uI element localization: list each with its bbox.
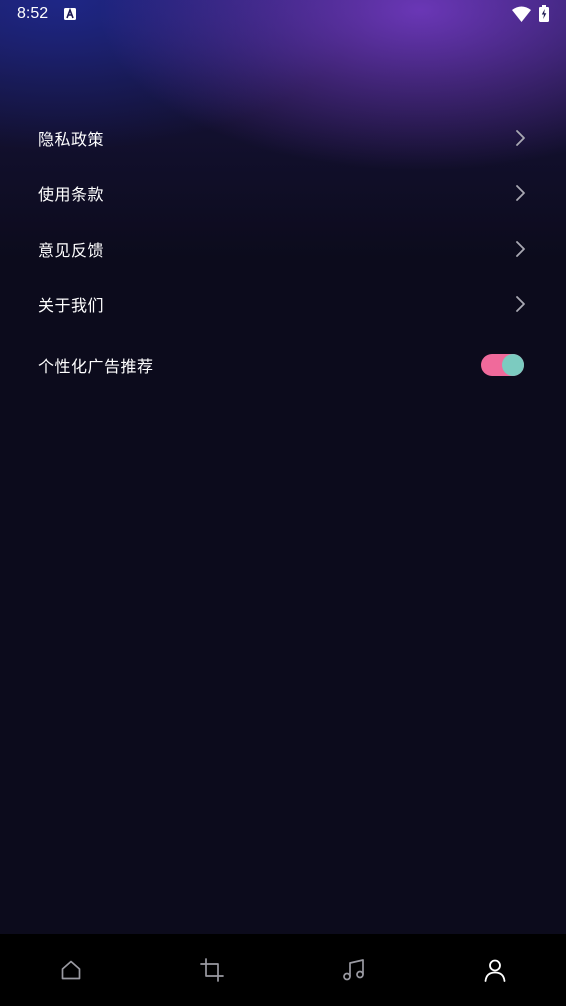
chevron-right-icon: [516, 185, 525, 202]
music-note-icon: [342, 959, 364, 981]
bottom-navigation-bar: [0, 934, 566, 1006]
menu-item-label: 隐私政策: [38, 129, 105, 149]
nav-tab-home[interactable]: [0, 934, 142, 1006]
chevron-right-icon: [516, 296, 525, 313]
menu-item-label: 意见反馈: [38, 240, 105, 260]
settings-menu: 隐私政策 使用条款 意见反馈 关于我们 个性化广告推荐: [0, 110, 566, 398]
menu-item-about-us[interactable]: 关于我们: [0, 277, 566, 333]
menu-item-label: 关于我们: [38, 296, 105, 316]
nav-tab-crop[interactable]: [142, 934, 284, 1006]
menu-item-personalized-ads: 个性化广告推荐: [0, 332, 566, 398]
chevron-right-icon: [516, 240, 525, 257]
chevron-right-icon: [516, 129, 525, 146]
a-letter-icon: [64, 8, 76, 20]
crop-icon: [200, 958, 225, 982]
menu-item-feedback[interactable]: 意见反馈: [0, 221, 566, 277]
battery-charging-icon: [539, 5, 549, 22]
nav-tab-music[interactable]: [283, 934, 425, 1006]
settings-screen: 8:52 隐私政策 使用条款 意见反馈 关于我们 个性化广告推荐: [0, 0, 566, 1006]
home-icon: [61, 960, 81, 980]
menu-item-privacy-policy[interactable]: 隐私政策: [0, 110, 566, 166]
status-time: 8:52: [17, 5, 49, 22]
wifi-icon: [512, 6, 531, 22]
menu-item-label: 使用条款: [38, 185, 105, 205]
personalized-ads-toggle[interactable]: [481, 354, 524, 376]
person-icon: [484, 959, 506, 982]
nav-tab-profile[interactable]: [425, 934, 566, 1006]
status-bar: 8:52: [0, 0, 566, 30]
menu-item-terms-of-use[interactable]: 使用条款: [0, 166, 566, 222]
menu-item-label: 个性化广告推荐: [38, 357, 154, 376]
toggle-knob: [502, 354, 524, 376]
